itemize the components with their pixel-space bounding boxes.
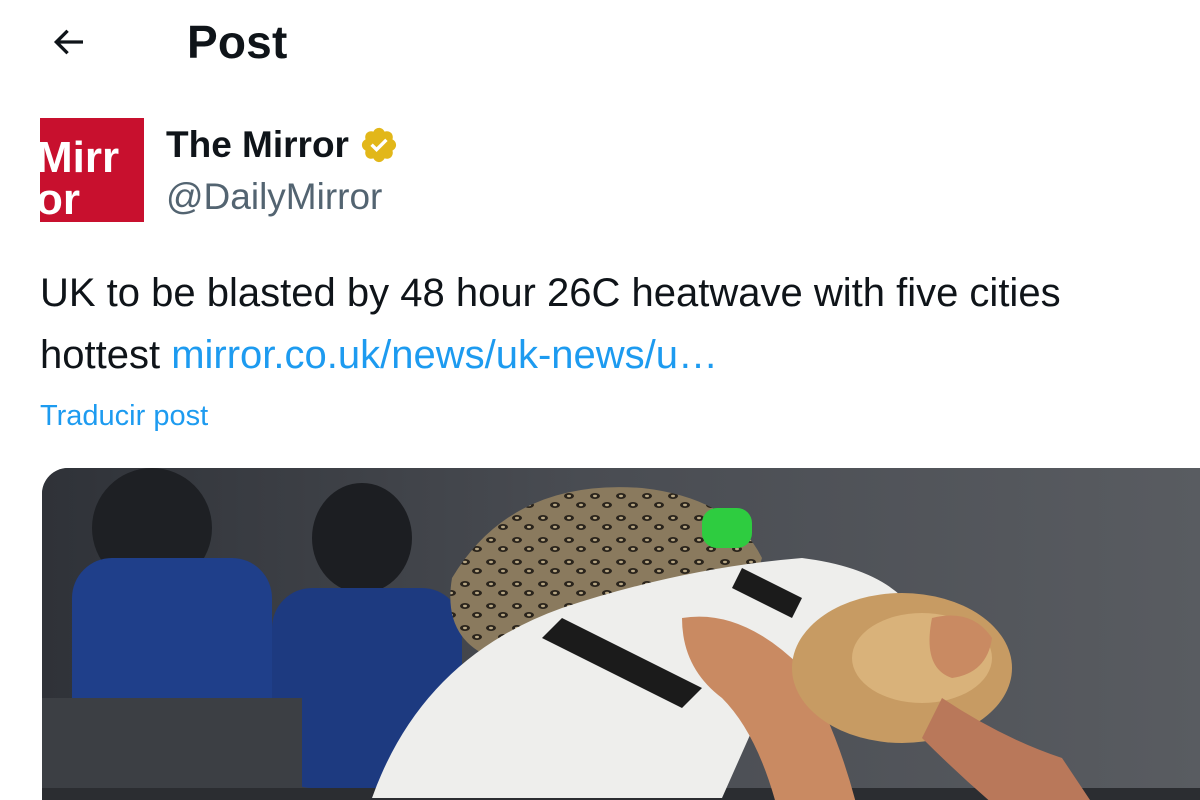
post-text-line-1: UK to be blasted by 48 hour 26C heatwave… [40,271,1061,315]
mirror-logo: Mirr or [40,118,144,222]
avatar[interactable]: Mirr or [40,118,144,222]
page-title: Post [187,16,288,68]
post-text-line-2: hottest mirror.co.uk/news/uk-news/u… [40,324,1200,386]
verified-badge-icon[interactable] [359,125,399,165]
article-link[interactable]: mirror.co.uk/news/uk-news/u… [171,333,718,377]
post-header: Post [0,0,1200,84]
back-button[interactable] [40,14,96,70]
translate-post-button[interactable]: Traducir post [40,396,208,436]
author-name[interactable]: The Mirror [166,122,399,168]
post-text: UK to be blasted by 48 hour 26C heatwave… [40,262,1200,386]
arrow-left-icon [53,29,83,55]
author-name-text: The Mirror [166,124,349,165]
post-image[interactable] [42,468,1200,800]
svg-text:or: or [40,175,80,222]
post-text-prefix: hottest [40,333,172,377]
post-page: Post Mirr or The Mirror @DailyMirror UK … [0,0,1200,800]
heatwave-photo [42,468,1200,800]
author-handle[interactable]: @DailyMirror [166,174,382,220]
